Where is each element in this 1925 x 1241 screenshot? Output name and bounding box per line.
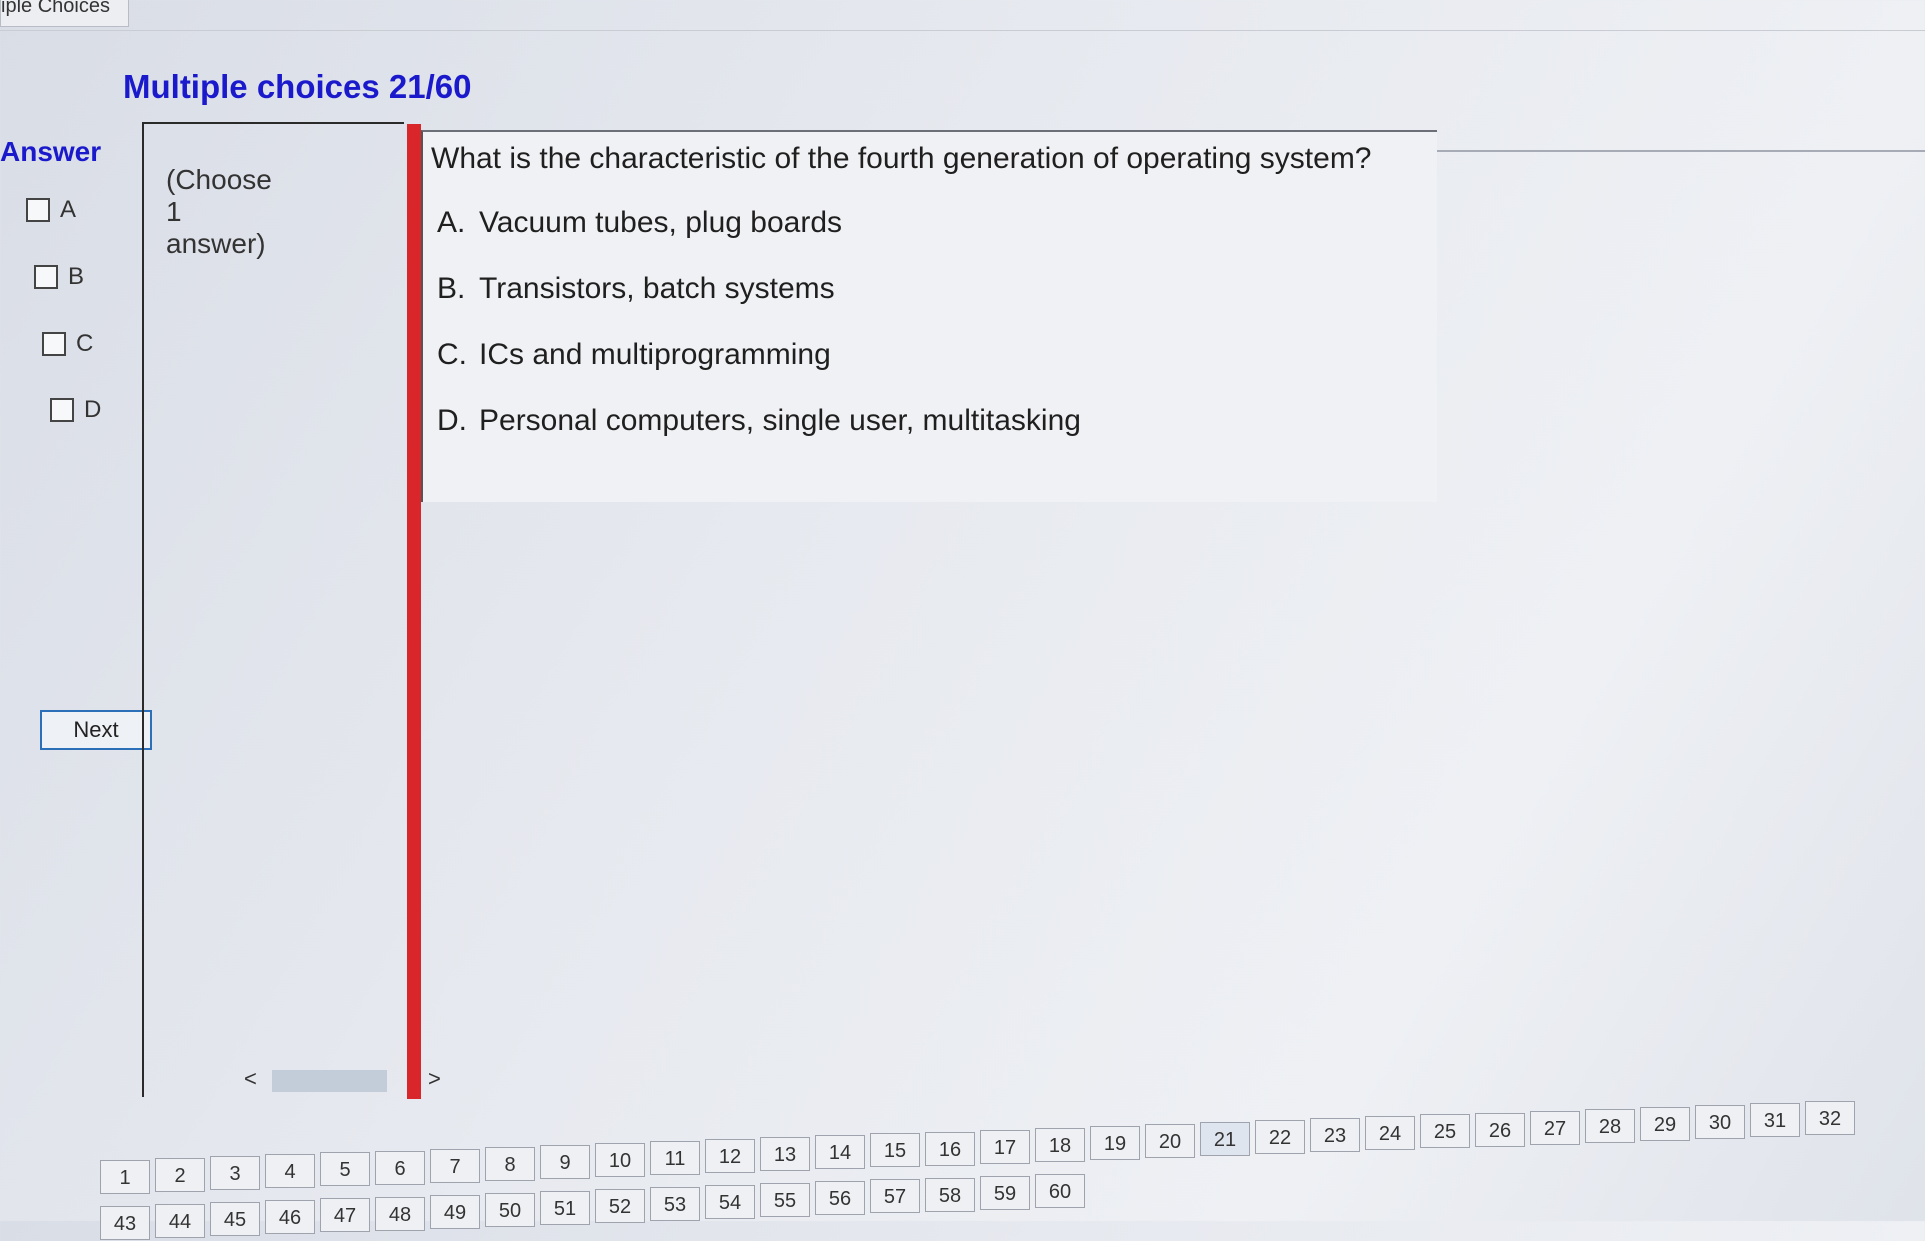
question-option-b: B. Transistors, batch systems: [437, 272, 835, 306]
hint-line-2: 1: [166, 196, 182, 227]
question-nav-button[interactable]: 60: [1035, 1173, 1085, 1208]
question-nav-button[interactable]: 8: [485, 1146, 535, 1181]
answer-option-a-label: A: [60, 196, 77, 223]
question-nav-button[interactable]: 18: [1035, 1127, 1085, 1162]
question-nav-button[interactable]: 27: [1530, 1110, 1580, 1145]
red-divider: [407, 124, 421, 1099]
question-nav-button[interactable]: 48: [375, 1196, 425, 1231]
answer-option-c-label: C: [76, 330, 94, 357]
answer-panel: Answer A B C D Next: [0, 128, 160, 750]
window-tab[interactable]: iple Choices: [0, 0, 129, 27]
question-nav-button[interactable]: 53: [650, 1187, 700, 1221]
option-text: Vacuum tubes, plug boards: [479, 206, 843, 239]
hint-line-1: (Choose: [166, 164, 272, 195]
answer-option-a[interactable]: A: [26, 196, 76, 224]
question-nav-button[interactable]: 14: [815, 1135, 865, 1170]
question-navigator: 1 2 3 4 5 6 7 8 9 10 11 12 13 14 15 16 17 18 19 20 21 22 23 24 2…: [100, 1088, 1925, 1240]
question-nav-button[interactable]: 49: [430, 1194, 480, 1229]
question-nav-button[interactable]: 31: [1750, 1103, 1800, 1137]
question-nav-button[interactable]: 54: [705, 1185, 755, 1220]
option-letter: D.: [437, 404, 467, 437]
hint-line-3: answer): [166, 228, 266, 259]
question-box: What is the characteristic of the fourth…: [421, 130, 1437, 502]
answer-option-b-label: B: [68, 263, 85, 290]
question-text: What is the characteristic of the fourth…: [431, 142, 1372, 175]
question-nav-button[interactable]: 28: [1585, 1108, 1635, 1143]
hint-panel: (Choose 1 answer) < >: [142, 122, 441, 1097]
question-nav-button[interactable]: 10: [595, 1142, 645, 1177]
option-letter: A.: [437, 206, 466, 239]
answer-option-b[interactable]: B: [34, 263, 84, 291]
question-nav-button[interactable]: 16: [925, 1131, 975, 1166]
question-nav-button[interactable]: 13: [760, 1137, 810, 1172]
question-nav-button[interactable]: 3: [210, 1156, 260, 1191]
question-nav-button[interactable]: 58: [925, 1177, 975, 1212]
question-nav-button[interactable]: 55: [760, 1183, 810, 1218]
question-option-c: C. ICs and multiprogramming: [437, 338, 831, 372]
question-nav-button[interactable]: 17: [980, 1129, 1030, 1164]
question-nav-button[interactable]: 22: [1255, 1120, 1305, 1155]
question-nav-button[interactable]: 2: [155, 1158, 205, 1193]
question-nav-button[interactable]: 7: [430, 1148, 480, 1183]
question-nav-button[interactable]: 46: [265, 1200, 315, 1235]
checkbox-b[interactable]: [34, 265, 58, 289]
option-text: Personal computers, single user, multita…: [479, 404, 1081, 437]
question-nav-button[interactable]: 21: [1200, 1122, 1250, 1156]
question-nav-button[interactable]: 20: [1145, 1123, 1195, 1158]
answer-option-d[interactable]: D: [50, 396, 101, 424]
answer-heading: Answer: [0, 136, 102, 167]
question-nav-button[interactable]: 51: [540, 1190, 590, 1225]
option-text: Transistors, batch systems: [479, 272, 835, 305]
window-tab-label: iple Choices: [1, 0, 110, 17]
question-nav-button[interactable]: 30: [1695, 1104, 1745, 1139]
checkbox-d[interactable]: [50, 398, 74, 422]
question-nav-button[interactable]: 1: [100, 1160, 150, 1194]
question-nav-button[interactable]: 59: [980, 1175, 1030, 1210]
question-nav-button[interactable]: 56: [815, 1181, 865, 1216]
choose-hint: (Choose 1 answer): [166, 164, 316, 260]
question-nav-button[interactable]: 4: [265, 1154, 315, 1189]
next-button[interactable]: Next: [40, 710, 152, 750]
question-option-d: D. Personal computers, single user, multi…: [437, 404, 1081, 438]
question-option-a: A. Vacuum tubes, plug boards: [437, 206, 842, 240]
question-nav-button[interactable]: 15: [870, 1133, 920, 1168]
question-nav-button[interactable]: 57: [870, 1179, 920, 1214]
top-divider-line: [1437, 150, 1925, 152]
question-nav-button[interactable]: 23: [1310, 1118, 1360, 1153]
question-nav-button[interactable]: 12: [705, 1139, 755, 1174]
question-nav-button[interactable]: 5: [320, 1152, 370, 1187]
question-nav-button[interactable]: 50: [485, 1192, 535, 1227]
question-nav-button[interactable]: 29: [1640, 1106, 1690, 1141]
question-nav-button[interactable]: 24: [1365, 1116, 1415, 1151]
question-nav-button[interactable]: 45: [210, 1202, 260, 1237]
checkbox-a[interactable]: [26, 198, 50, 222]
answer-option-c[interactable]: C: [42, 330, 93, 358]
question-nav-button[interactable]: 19: [1090, 1125, 1140, 1160]
question-nav-button[interactable]: 44: [155, 1204, 205, 1239]
question-nav-button[interactable]: 6: [375, 1150, 425, 1185]
question-nav-button[interactable]: 11: [650, 1141, 700, 1175]
page-title: Multiple choices 21/60: [123, 68, 472, 105]
checkbox-c[interactable]: [42, 332, 66, 356]
window-tab-strip: iple Choices: [0, 0, 1925, 31]
answer-option-d-label: D: [84, 396, 102, 423]
question-nav-button[interactable]: 47: [320, 1198, 370, 1233]
question-nav-button[interactable]: 32: [1805, 1101, 1855, 1136]
question-nav-button[interactable]: 25: [1420, 1114, 1470, 1149]
question-nav-button[interactable]: 43: [100, 1206, 150, 1240]
option-letter: C.: [437, 338, 467, 371]
question-nav-button[interactable]: 9: [540, 1144, 590, 1179]
question-nav-button[interactable]: 52: [595, 1188, 645, 1223]
question-nav-button[interactable]: 26: [1475, 1112, 1525, 1147]
option-letter: B.: [437, 272, 466, 305]
option-text: ICs and multiprogramming: [479, 338, 831, 371]
